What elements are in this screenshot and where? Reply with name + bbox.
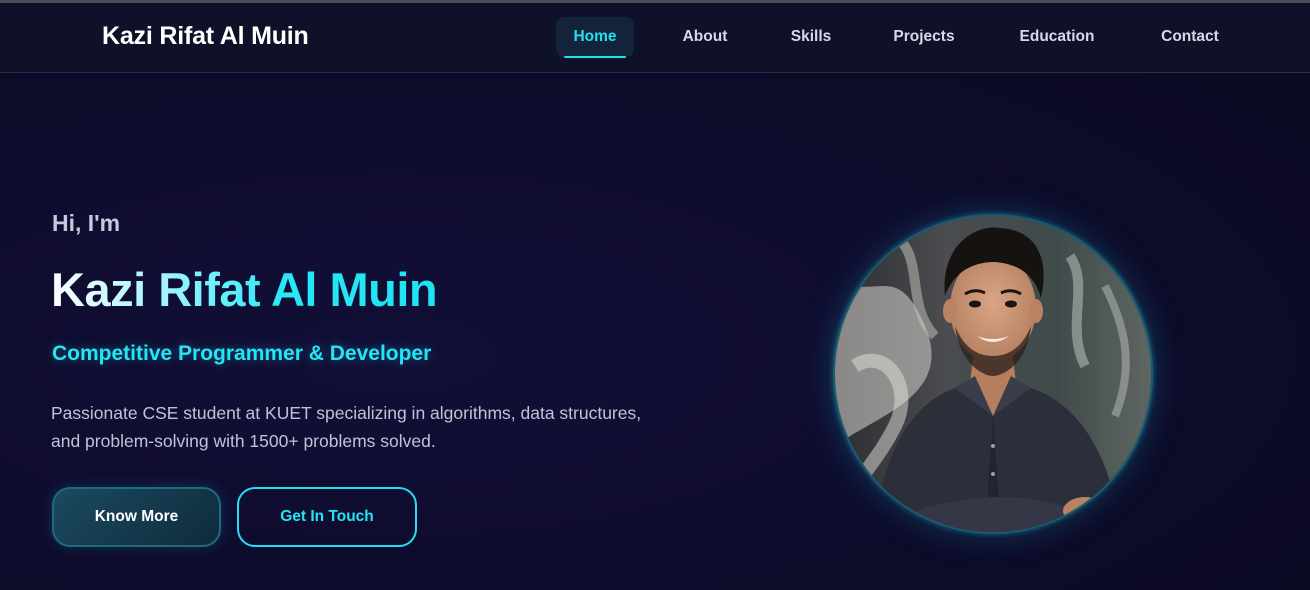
hero-role: Competitive Programmer & Developer	[52, 342, 432, 365]
profile-photo	[833, 214, 1153, 534]
get-in-touch-button[interactable]: Get In Touch	[237, 487, 417, 547]
hero-description: Passionate CSE student at KUET specializ…	[51, 403, 642, 451]
nav-link-education[interactable]: Education	[1008, 17, 1106, 57]
profile-photo-illustration	[835, 216, 1151, 532]
nav-link-contact[interactable]: Contact	[1148, 17, 1232, 57]
navbar: Kazi Rifat Al Muin Home About Skills Pro…	[0, 3, 1310, 73]
brand-logo-text[interactable]: Kazi Rifat Al Muin	[102, 22, 309, 51]
nav-link-home[interactable]: Home	[556, 17, 634, 58]
nav-link-skills[interactable]: Skills	[780, 17, 842, 57]
hero-name: Kazi Rifat Al Muin	[51, 263, 438, 316]
nav-link-about[interactable]: About	[670, 17, 740, 57]
hero-greeting: Hi, I'm	[52, 210, 121, 236]
nav-link-projects[interactable]: Projects	[882, 17, 966, 57]
know-more-button[interactable]: Know More	[52, 487, 221, 547]
